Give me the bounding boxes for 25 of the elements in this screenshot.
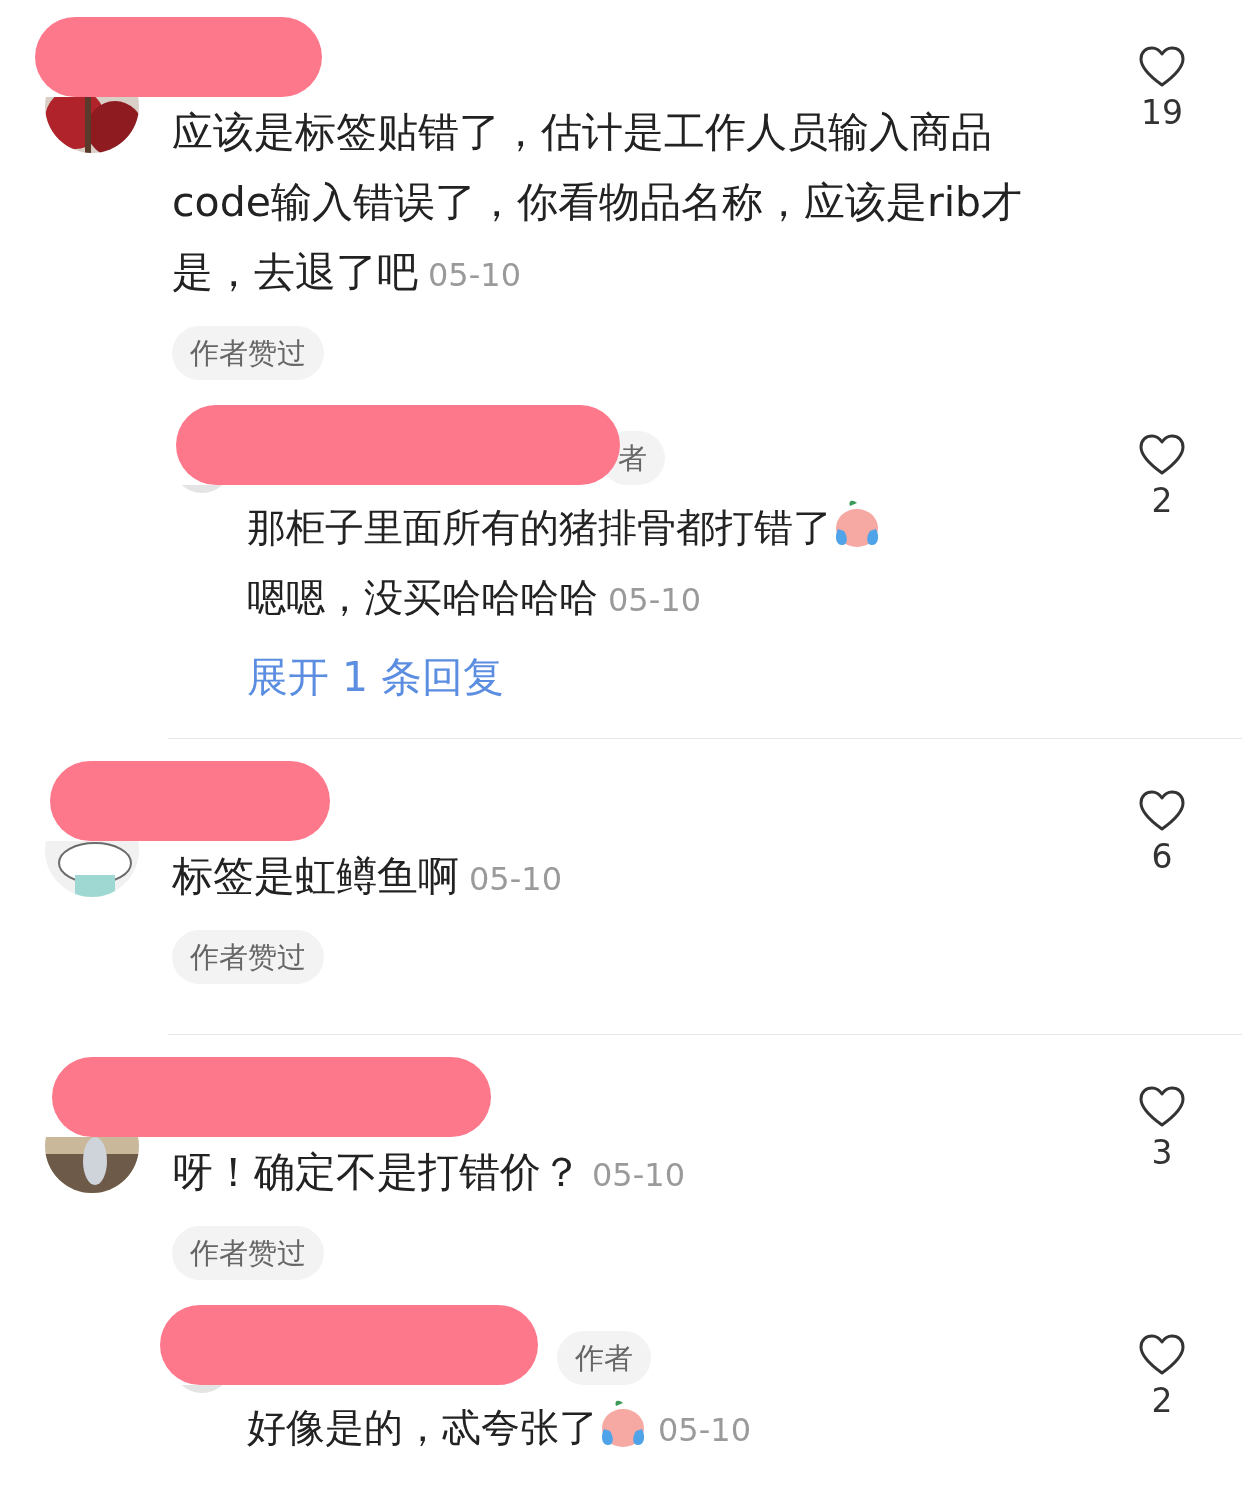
heart-icon[interactable]	[1138, 1333, 1186, 1377]
reply-text: 好像是的，忒夸张了	[247, 1405, 598, 1450]
liked-by-author-tag: 作者赞过	[172, 326, 324, 380]
avatar[interactable]	[45, 97, 139, 153]
expand-replies-link[interactable]: 展开 1 条回复	[247, 645, 505, 710]
avatar[interactable]	[45, 1137, 139, 1193]
like-count: 6	[1151, 837, 1173, 877]
like-count: 2	[1151, 481, 1173, 521]
heart-icon[interactable]	[1138, 789, 1186, 833]
comment-text: 应该是标签贴错了，估计是工作人员输入商品code输入错误了，你看物品名称，应该是rib才是，去退了吧 05-10	[172, 107, 1024, 298]
like-count: 19	[1141, 93, 1183, 133]
liked-by-author-tag: 作者赞过	[172, 930, 324, 984]
heart-icon[interactable]	[1138, 433, 1186, 477]
liked-by-author-tag: 作者赞过	[172, 1226, 324, 1280]
like-count: 3	[1151, 1133, 1173, 1173]
comment-text: 标签是虹鳟鱼啊 05-10	[172, 851, 563, 902]
comment-text: 呀！确定不是打错价？ 05-10	[172, 1147, 686, 1198]
reply-text: 那柜子里面所有的猪排骨都打错了	[247, 505, 832, 550]
heart-icon[interactable]	[1138, 1085, 1186, 1129]
author-tag: 作者	[557, 1331, 651, 1385]
heart-icon[interactable]	[1138, 45, 1186, 89]
date-text: 05-10	[608, 581, 701, 619]
reply-text: 嗯嗯，没买哈哈哈哈	[247, 575, 598, 620]
like-count: 2	[1151, 1381, 1173, 1421]
date-text: 05-10	[658, 1411, 751, 1449]
